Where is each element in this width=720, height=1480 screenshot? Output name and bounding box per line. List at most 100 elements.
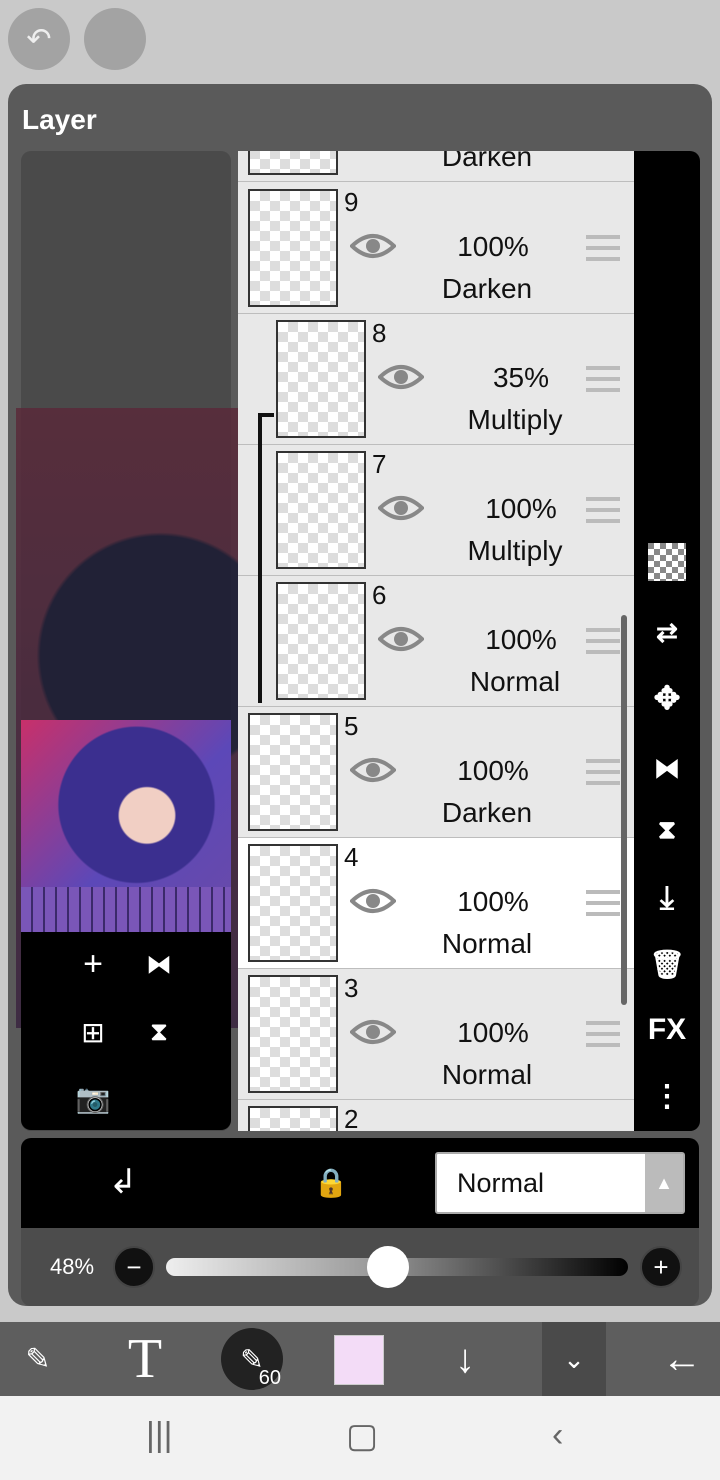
eye-icon[interactable] — [349, 1017, 397, 1047]
layer-opacity: 100% — [457, 886, 529, 917]
eye-icon[interactable] — [349, 231, 397, 261]
brush-tool-button[interactable]: ✎ 60 — [221, 1328, 283, 1390]
merge-down-icon[interactable]: ⤓ — [644, 875, 690, 921]
arrow-down-icon[interactable]: ↓ — [440, 1322, 490, 1396]
layer-row[interactable]: 8 35% Multiply — [238, 314, 634, 445]
layer-opacity: 100% — [457, 1017, 529, 1048]
layer-row[interactable]: 3 100% Normal — [238, 969, 634, 1100]
layer-blend-mode: Multiply — [467, 404, 563, 435]
layer-number: 7 — [372, 449, 387, 479]
camera-icon[interactable]: 📷 — [71, 1076, 115, 1120]
drag-handle-icon[interactable] — [586, 1021, 620, 1047]
layer-blend-mode: Darken — [441, 797, 533, 828]
layer-thumbnail — [248, 713, 338, 831]
layer-blend-mode: Normal — [469, 666, 561, 697]
eye-icon[interactable] — [377, 362, 425, 392]
clipping-indicator — [258, 413, 274, 703]
blend-mode-value: Normal — [457, 1168, 545, 1198]
brush-size: 60 — [258, 1367, 281, 1389]
collapse-icon[interactable]: ⌄ — [542, 1322, 606, 1396]
layer-row[interactable]: 5 100% Darken — [238, 707, 634, 838]
layer-thumbnail — [248, 189, 338, 307]
more-icon[interactable]: ⋮ — [644, 1073, 690, 1119]
layer-thumbnail — [248, 844, 338, 962]
drag-handle-icon[interactable] — [586, 628, 620, 654]
layer-blend-mode: Normal — [441, 928, 533, 959]
bottom-toolbar: ✎ T ✎ 60 ↓ ⌄ ← — [0, 1322, 720, 1396]
layer-thumbnail — [248, 1106, 338, 1131]
drag-handle-icon[interactable] — [586, 890, 620, 916]
layer-number: 3 — [344, 973, 359, 1003]
swap-layer-icon[interactable]: ⇄ — [644, 609, 690, 655]
layer-opacity: 35% — [492, 362, 550, 393]
layer-blend-mode: Darken — [441, 273, 533, 304]
layer-side-toolbar: ⇄ ✥ ⧓ ⧗ ⤓ 🗑 FX ⋮ — [634, 151, 700, 1131]
layer-blend-mode: Darken — [441, 151, 533, 172]
back-button[interactable]: ↶ — [8, 8, 70, 70]
layer-number: 8 — [372, 318, 387, 348]
layer-opacity: 100% — [485, 624, 557, 655]
transparency-icon[interactable] — [648, 543, 686, 581]
layer-blend-mode: Normal — [441, 1059, 533, 1090]
back-arrow-icon[interactable]: ← — [652, 1322, 712, 1396]
layer-thumbnail — [248, 151, 338, 175]
redo-button[interactable] — [84, 8, 146, 70]
layer-opacity: 100% — [457, 231, 529, 262]
panel-title: Layer — [22, 104, 97, 135]
move-icon[interactable]: ✥ — [644, 675, 690, 721]
layer-row[interactable]: 4 100% Normal — [238, 838, 634, 969]
drag-handle-icon[interactable] — [586, 497, 620, 523]
eye-icon[interactable] — [377, 493, 425, 523]
trash-icon[interactable]: 🗑 — [644, 941, 690, 987]
layer-row[interactable]: 2 — [238, 1100, 634, 1131]
opacity-label: 48% — [50, 1254, 95, 1279]
layer-thumbnail — [276, 451, 366, 569]
blend-mode-select[interactable]: Normal ▲ — [435, 1152, 685, 1214]
layer-number: 4 — [344, 842, 359, 872]
eye-icon[interactable] — [349, 886, 397, 916]
color-swatch[interactable] — [334, 1335, 384, 1385]
clipping-icon[interactable]: ↲ — [101, 1160, 145, 1204]
system-nav-bar: ||| ▢ ‹ — [0, 1396, 720, 1480]
undo-icon: ↶ — [26, 22, 52, 56]
layer-row[interactable]: Darken — [238, 151, 634, 182]
layer-list[interactable]: Darken 9 100% Darken 8 35% Multiply 7 10… — [238, 151, 634, 1131]
layer-list-scrollbar[interactable] — [621, 615, 627, 1005]
recent-apps-icon[interactable]: ||| — [146, 1416, 173, 1455]
layer-number: 6 — [372, 580, 387, 610]
layer-tools: + ⧓ ⊞ ⧗ 📷 — [21, 932, 231, 1130]
flip-horizontal-icon[interactable]: ⧓ — [644, 745, 690, 791]
drag-handle-icon[interactable] — [586, 366, 620, 392]
layer-number: 9 — [344, 187, 359, 217]
drag-handle-icon[interactable] — [586, 235, 620, 261]
layer-blend-mode: Multiply — [467, 535, 563, 566]
duplicate-layer-icon[interactable]: ⊞ — [71, 1010, 115, 1054]
layer-row[interactable]: 7 100% Multiply — [238, 445, 634, 576]
layer-thumbnail — [276, 582, 366, 700]
chevron-up-icon: ▲ — [645, 1154, 683, 1212]
fx-button[interactable]: FX — [644, 1007, 690, 1053]
add-layer-icon[interactable]: + — [71, 942, 115, 986]
layer-row[interactable]: 9 100% Darken — [238, 183, 634, 314]
opacity-increase-button[interactable]: + — [640, 1246, 682, 1288]
layer-row[interactable]: 6 100% Normal — [238, 576, 634, 707]
drag-handle-icon[interactable] — [586, 759, 620, 785]
layer-opacity: 100% — [457, 755, 529, 786]
flip-horizontal-icon[interactable]: ⧓ — [137, 942, 181, 986]
opacity-slider-handle[interactable] — [366, 1246, 409, 1288]
layer-opacity: 100% — [485, 493, 557, 524]
system-back-icon[interactable]: ‹ — [552, 1416, 563, 1455]
swap-tools-icon[interactable]: ✎ — [8, 1322, 68, 1396]
artwork-preview — [21, 720, 231, 932]
flip-vertical-icon[interactable]: ⧗ — [137, 1010, 181, 1054]
layer-number: 2 — [344, 1104, 359, 1131]
home-icon[interactable]: ▢ — [346, 1416, 378, 1456]
eye-icon[interactable] — [349, 755, 397, 785]
alpha-lock-icon[interactable]: 🔒 — [309, 1160, 353, 1204]
text-tool-icon[interactable]: T — [115, 1322, 175, 1396]
opacity-decrease-button[interactable]: − — [113, 1246, 155, 1288]
eye-icon[interactable] — [377, 624, 425, 654]
layer-number: 5 — [344, 711, 359, 741]
layer-thumbnail — [248, 975, 338, 1093]
flip-vertical-icon[interactable]: ⧗ — [644, 807, 690, 853]
